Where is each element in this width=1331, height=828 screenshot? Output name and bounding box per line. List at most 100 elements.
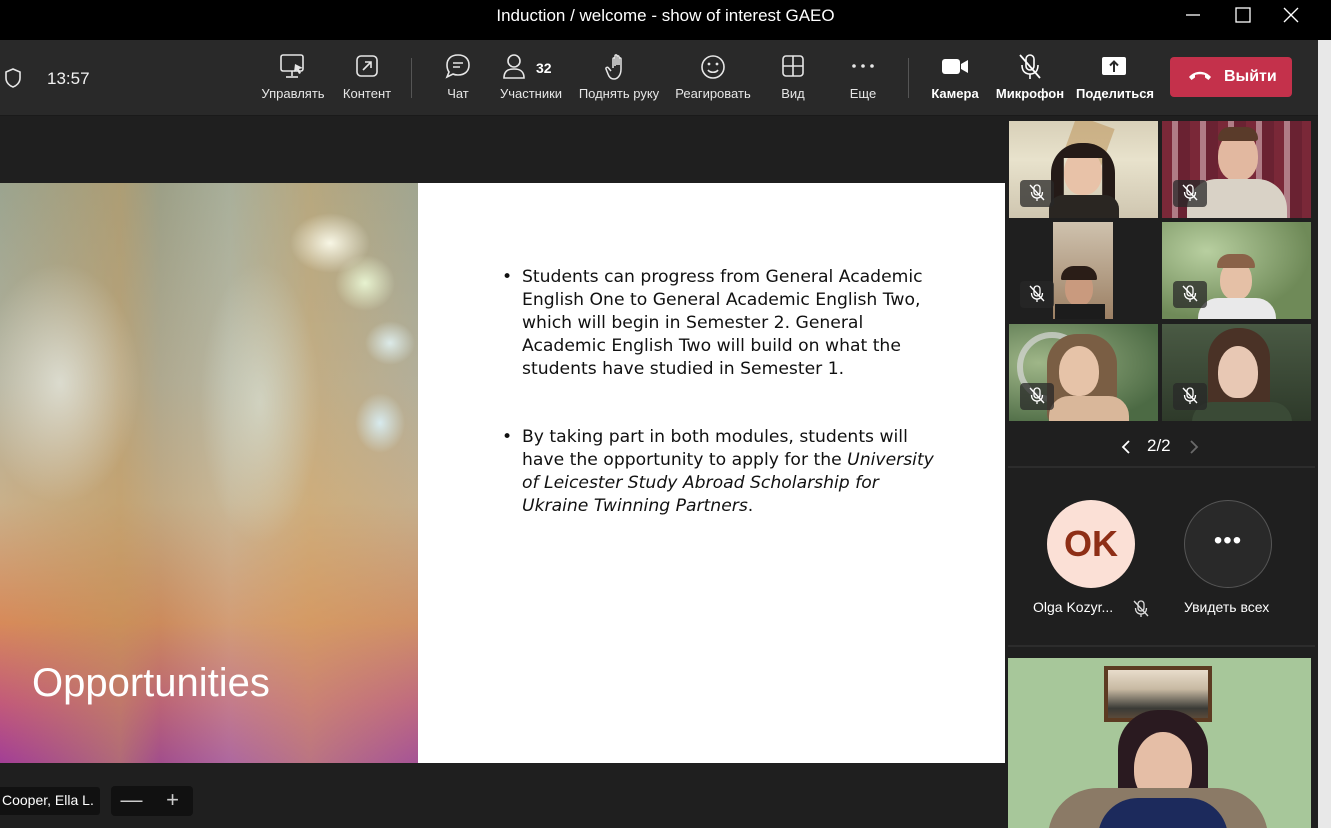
react-button[interactable]: Реагировать <box>672 52 754 108</box>
muted-badge <box>1173 180 1207 207</box>
participant-video-tile[interactable] <box>1009 121 1158 218</box>
participant-video-tile[interactable] <box>1009 324 1158 421</box>
mic-off-icon <box>1182 285 1198 302</box>
smiley-icon <box>701 55 725 79</box>
more-label: Еще <box>849 86 877 101</box>
participant-shoulders <box>1049 396 1129 421</box>
muted-badge <box>1173 383 1207 410</box>
hand-icon <box>605 54 622 80</box>
toolbar-divider <box>908 58 909 98</box>
leave-button[interactable]: Выйти <box>1170 57 1292 97</box>
participant-face <box>1218 346 1258 398</box>
gallery-pager: 2/2 <box>1116 434 1206 460</box>
react-label: Реагировать <box>675 86 751 101</box>
bullet-end: . <box>747 496 754 516</box>
slide-title: Opportunities <box>32 661 270 705</box>
more-icon: ••• <box>1213 527 1243 554</box>
chat-icon <box>445 54 470 79</box>
window-scrollbar[interactable] <box>1318 40 1331 828</box>
slide-bullet-list: Students can progress from General Acade… <box>500 266 940 563</box>
manage-icon <box>280 54 304 78</box>
participant-shoulders <box>1198 298 1276 319</box>
share-button[interactable]: Поделиться <box>1076 52 1154 108</box>
participants-button[interactable]: Участники <box>496 52 566 108</box>
self-video-preview[interactable] <box>1008 658 1311 828</box>
participant-video-tile[interactable] <box>1162 324 1311 421</box>
share-tray-icon <box>1102 57 1126 75</box>
people-icon <box>503 54 525 79</box>
chevron-left-icon[interactable] <box>1120 439 1132 455</box>
mic-off-icon <box>1182 387 1198 404</box>
participant-video-tile[interactable] <box>1009 222 1158 319</box>
see-all-label: Увидеть всех <box>1184 599 1270 615</box>
muted-badge <box>1020 281 1054 308</box>
chat-label: Чат <box>447 86 469 101</box>
divider <box>1008 645 1315 647</box>
manage-button[interactable]: Управлять <box>258 52 328 108</box>
participant-shoulders <box>1192 402 1292 421</box>
grid-view-icon <box>782 55 804 77</box>
toolbar-divider <box>411 58 412 98</box>
mic-off-icon <box>1029 387 1045 404</box>
participant-hair <box>1218 127 1258 141</box>
participants-label: Участники <box>499 86 563 101</box>
participant-avatar[interactable]: OK <box>1047 500 1135 588</box>
see-all-button[interactable]: ••• <box>1184 500 1272 588</box>
window-titlebar: Induction / welcome - show of interest G… <box>0 0 1331 40</box>
muted-badge <box>1173 281 1207 308</box>
slide-bullet: Students can progress from General Acade… <box>500 266 940 381</box>
raise-hand-button[interactable]: Поднять руку <box>576 52 662 108</box>
shield-icon[interactable] <box>3 67 23 89</box>
zoom-controls: — + <box>111 786 193 816</box>
chevron-right-icon[interactable] <box>1188 439 1200 455</box>
gallery-page-indicator: 2/2 <box>1147 436 1171 455</box>
muted-badge <box>1020 383 1054 410</box>
slide-bullet: By taking part in both modules, students… <box>500 426 940 518</box>
share-content-icon <box>356 55 378 77</box>
chat-button[interactable]: Чат <box>436 52 480 108</box>
camera-button[interactable]: Камера <box>928 52 982 108</box>
participant-shoulders <box>1055 304 1105 319</box>
maximize-button[interactable] <box>1228 4 1258 28</box>
participant-video-tile[interactable] <box>1162 222 1311 319</box>
zoom-in-button[interactable]: + <box>152 787 193 815</box>
divider <box>1008 466 1315 468</box>
raise-hand-label: Поднять руку <box>578 86 660 101</box>
mic-off-icon <box>1133 600 1149 617</box>
participants-count: 32 <box>536 60 552 76</box>
participant-shoulders <box>1049 195 1119 218</box>
participant-name: Olga Kozyr... <box>1033 599 1114 615</box>
camera-icon <box>942 59 968 74</box>
hang-up-icon <box>1189 71 1211 80</box>
content-button[interactable]: Контент <box>336 52 398 108</box>
presentation-slide: Opportunities Students can progress from… <box>0 183 1005 763</box>
participant-hair <box>1061 266 1097 280</box>
camera-label: Камера <box>931 86 979 101</box>
participant-face <box>1059 346 1099 396</box>
meeting-timer: 13:57 <box>47 69 90 88</box>
microphone-button[interactable]: Микрофон <box>994 52 1066 108</box>
mic-off-icon <box>1029 184 1045 201</box>
minimize-icon <box>1186 14 1200 16</box>
close-window-button[interactable] <box>1276 4 1306 28</box>
mic-off-icon <box>1182 184 1198 201</box>
window-title: Induction / welcome - show of interest G… <box>496 6 835 25</box>
microphone-label: Микрофон <box>995 86 1065 101</box>
maximize-icon <box>1235 7 1251 23</box>
more-icon <box>852 64 874 68</box>
participant-hair <box>1217 254 1255 268</box>
zoom-out-button[interactable]: — <box>111 787 152 815</box>
presenter-name-tag: Cooper, Ella L. <box>0 787 100 815</box>
view-button[interactable]: Вид <box>772 52 814 108</box>
view-label: Вид <box>781 86 805 101</box>
more-button[interactable]: Еще <box>842 52 884 108</box>
manage-label: Управлять <box>261 86 325 101</box>
bullet-text: Students can progress from General Acade… <box>522 267 923 379</box>
mic-off-icon <box>1029 285 1045 302</box>
leave-label: Выйти <box>1224 68 1277 85</box>
close-icon <box>1283 7 1299 23</box>
mic-off-icon <box>1019 54 1041 79</box>
participant-video-tile[interactable] <box>1162 121 1311 218</box>
minimize-button[interactable] <box>1178 4 1208 28</box>
content-label: Контент <box>342 86 392 101</box>
